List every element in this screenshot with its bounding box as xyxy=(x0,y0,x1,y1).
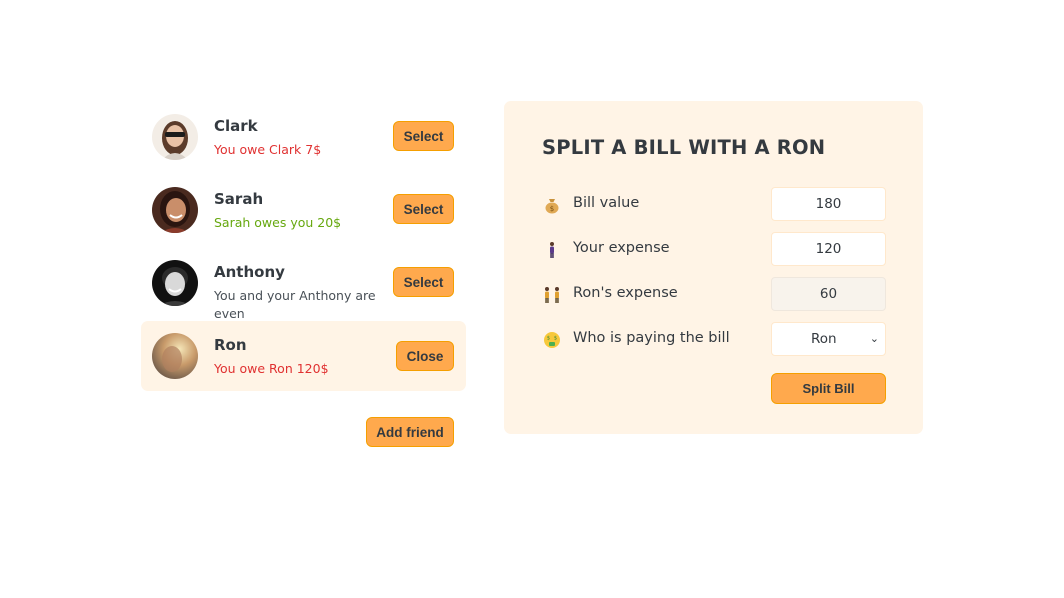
friend-avatar xyxy=(152,187,198,233)
payer-row: $ $ Who is paying the bill Ron ⌄ xyxy=(542,322,886,356)
your-expense-input[interactable]: 120 xyxy=(771,232,886,266)
friend-item-clark: Clark You owe Clark 7$ Select xyxy=(141,102,466,172)
friend-balance-status: You owe Clark 7$ xyxy=(214,142,322,157)
bill-value-input[interactable]: 180 xyxy=(771,187,886,221)
your-expense-row: Your expense 120 xyxy=(542,232,886,266)
bill-value-row: $ Bill value 180 xyxy=(542,187,886,221)
friend-balance-status: You and your Anthony are even xyxy=(214,288,376,321)
payer-selected-value: Ron xyxy=(811,331,837,347)
svg-text:$: $ xyxy=(547,336,550,342)
money-mouth-face-icon: $ $ xyxy=(542,330,562,350)
payer-label: Who is paying the bill xyxy=(573,330,730,346)
svg-text:$: $ xyxy=(554,336,557,342)
close-friend-button[interactable]: Close xyxy=(396,341,454,371)
payer-select[interactable]: Ron ⌄ xyxy=(771,322,886,356)
friend-name: Ron xyxy=(214,336,247,354)
friend-balance-status: Sarah owes you 20$ xyxy=(214,215,342,230)
friend-item-sarah: Sarah Sarah owes you 20$ Select xyxy=(141,175,466,245)
friend-expense-label: Ron's expense xyxy=(573,285,678,301)
bill-value-label: Bill value xyxy=(573,195,640,211)
friend-item-anthony: Anthony You and your Anthony are even Se… xyxy=(141,248,466,321)
svg-text:$: $ xyxy=(550,205,554,213)
friend-name: Clark xyxy=(214,117,258,135)
select-friend-button[interactable]: Select xyxy=(393,121,454,151)
add-friend-button[interactable]: Add friend xyxy=(366,417,454,447)
friend-avatar xyxy=(152,114,198,160)
friend-avatar xyxy=(152,260,198,306)
friend-item-ron: Ron You owe Ron 120$ Close xyxy=(141,321,466,391)
friend-avatar xyxy=(152,333,198,379)
friend-name: Anthony xyxy=(214,263,285,281)
money-bag-icon: $ xyxy=(542,195,562,215)
form-title: SPLIT A BILL WITH A RON xyxy=(542,136,826,159)
friend-expense-input: 60 xyxy=(771,277,886,311)
select-friend-button[interactable]: Select xyxy=(393,194,454,224)
friend-name: Sarah xyxy=(214,190,264,208)
split-bill-button[interactable]: Split Bill xyxy=(771,373,886,404)
split-bill-form: SPLIT A BILL WITH A RON $ Bill value 180… xyxy=(504,101,923,434)
friends-list: Clark You owe Clark 7$ Select Sarah Sara… xyxy=(141,102,466,394)
chevron-down-icon: ⌄ xyxy=(869,332,879,345)
friend-balance-status: You owe Ron 120$ xyxy=(214,361,329,376)
two-people-icon xyxy=(542,285,562,305)
your-expense-label: Your expense xyxy=(573,240,670,256)
select-friend-button[interactable]: Select xyxy=(393,267,454,297)
person-icon xyxy=(542,240,562,260)
friend-expense-row: Ron's expense 60 xyxy=(542,277,886,311)
